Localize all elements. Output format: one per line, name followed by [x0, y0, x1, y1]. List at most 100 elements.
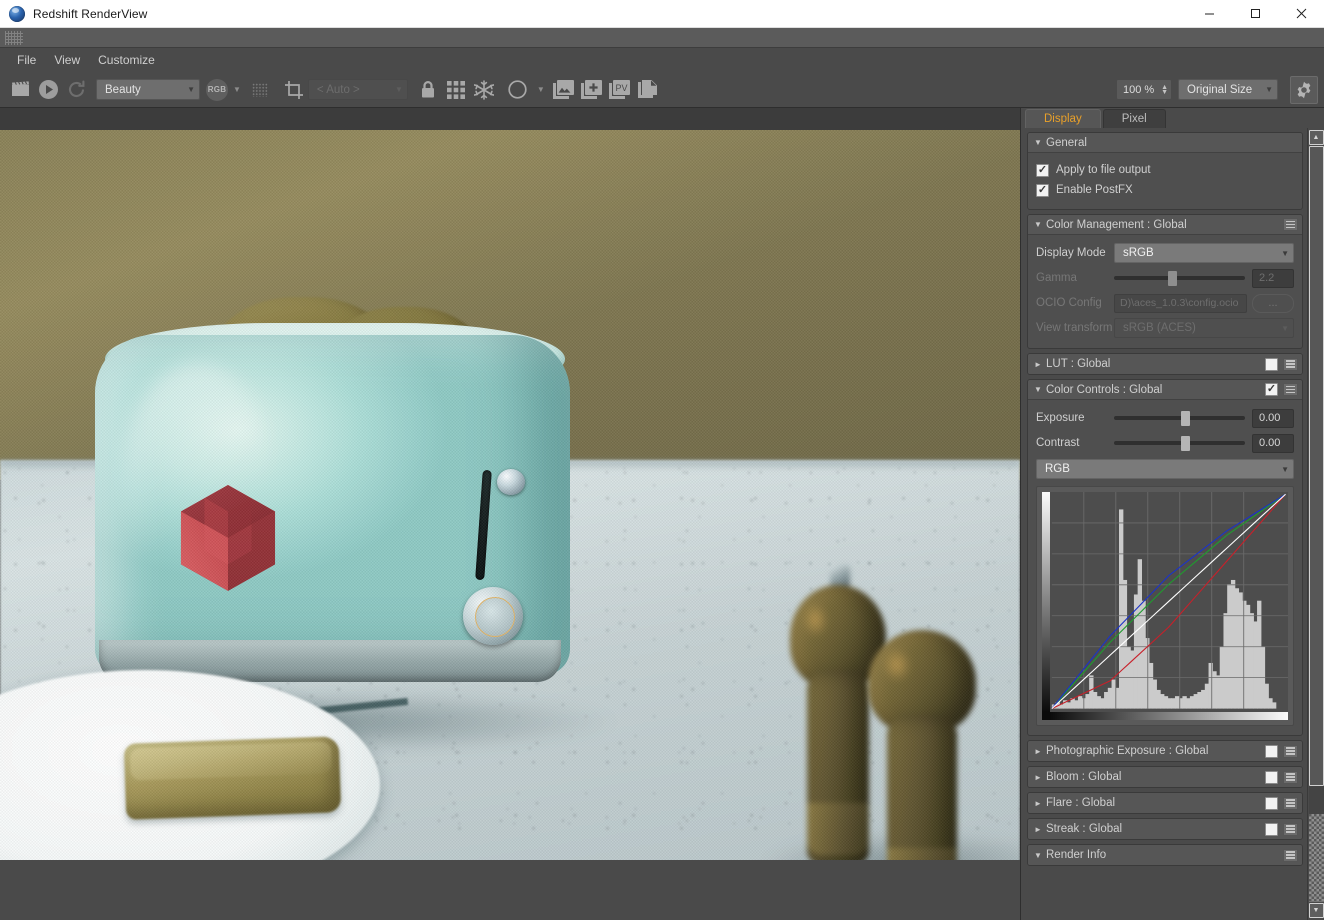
checkbox-box[interactable]: ✓	[1036, 163, 1049, 177]
group-menu-icon[interactable]	[1283, 218, 1298, 231]
group-menu-icon[interactable]	[1283, 822, 1298, 836]
group-streak-header[interactable]: ► Streak : Global	[1028, 819, 1302, 839]
renderview-window: Redshift RenderView File View Customize	[0, 0, 1324, 920]
bloom-enable-checkbox[interactable]	[1265, 770, 1278, 784]
group-menu-icon[interactable]	[1283, 770, 1298, 784]
triangle-down-icon[interactable]: ▼	[1034, 851, 1046, 860]
triangle-right-icon[interactable]: ►	[1034, 773, 1046, 782]
checkbox-apply-to-file-output[interactable]: ✓ Apply to file output	[1036, 160, 1294, 180]
group-lut-header[interactable]: ► LUT : Global	[1028, 354, 1302, 374]
region-select[interactable]: < Auto > ▼	[307, 79, 408, 100]
tab-display[interactable]: Display	[1025, 109, 1101, 128]
group-bloom-header[interactable]: ► Bloom : Global	[1028, 767, 1302, 787]
tone-curve-canvas[interactable]	[1042, 492, 1288, 720]
window-title: Redshift RenderView	[33, 6, 148, 21]
drag-handle-icon[interactable]	[5, 30, 23, 45]
close-button[interactable]	[1278, 0, 1324, 28]
tab-pixel-label: Pixel	[1121, 113, 1147, 125]
triangle-right-icon[interactable]: ►	[1034, 799, 1046, 808]
group-render-info-header[interactable]: ▼ Render Info	[1028, 845, 1302, 865]
row-exposure: Exposure 0.00	[1036, 407, 1294, 429]
group-flare-header[interactable]: ► Flare : Global	[1028, 793, 1302, 813]
scrollbar-thumb[interactable]	[1308, 146, 1324, 786]
group-render-info: ▼ Render Info	[1027, 844, 1303, 866]
scroll-up-button[interactable]: ▲	[1308, 130, 1324, 145]
triangle-down-icon[interactable]: ▼	[1034, 138, 1046, 147]
circle-dropdown-icon[interactable]: ▼	[532, 85, 550, 94]
scroll-down-button[interactable]: ▼	[1308, 903, 1324, 918]
scrollbar-track[interactable]	[1308, 146, 1324, 902]
group-menu-icon[interactable]	[1283, 848, 1298, 862]
group-menu-icon[interactable]	[1283, 796, 1298, 810]
curve-channel-select[interactable]: RGB ▼	[1036, 459, 1294, 479]
render-viewport[interactable]: Frame 0: 2019-05-20 17:09:10 (19.28s)	[0, 108, 1020, 920]
view-transform-select[interactable]: sRGB (ACES) ▼	[1114, 318, 1294, 338]
contrast-value[interactable]: 0.00	[1252, 433, 1294, 453]
stepper-arrows-icon[interactable]: ▲ ▼	[1161, 84, 1168, 96]
color-controls-enable-checkbox[interactable]: ✓	[1265, 383, 1278, 396]
triangle-right-icon[interactable]: ►	[1034, 360, 1046, 369]
checkbox-box[interactable]: ✓	[1036, 183, 1049, 197]
refresh-icon[interactable]	[62, 76, 90, 104]
exposure-value[interactable]: 0.00	[1252, 408, 1294, 428]
group-color-controls-header[interactable]: ▼ Color Controls : Global ✓	[1028, 380, 1302, 400]
copy-image-icon[interactable]	[634, 76, 662, 104]
group-color-management: ▼ Color Management : Global Display Mode…	[1027, 214, 1303, 349]
lut-enable-checkbox[interactable]	[1265, 357, 1278, 371]
curve-corner	[1042, 712, 1050, 720]
exposure-slider[interactable]	[1114, 408, 1245, 428]
group-menu-icon[interactable]	[1283, 744, 1298, 758]
row-gamma: Gamma 2.2	[1036, 267, 1294, 289]
row-ocio-config: OCIO Config D)\aces_1.0.3\config.ocio ..…	[1036, 292, 1294, 314]
group-menu-icon[interactable]	[1283, 383, 1298, 396]
group-streak-title: Streak : Global	[1046, 823, 1123, 835]
channel-dropdown-icon[interactable]: ▼	[228, 85, 246, 94]
minimize-button[interactable]	[1186, 0, 1232, 28]
ocio-config-path[interactable]: D)\aces_1.0.3\config.ocio	[1114, 293, 1247, 313]
gear-icon[interactable]	[1290, 75, 1318, 104]
triangle-down-icon[interactable]: ▼	[1034, 220, 1046, 229]
lock-icon[interactable]	[414, 76, 442, 104]
tone-curve-widget[interactable]	[1036, 486, 1294, 726]
group-menu-icon[interactable]	[1283, 357, 1298, 371]
circle-icon[interactable]	[504, 76, 532, 104]
triangle-right-icon[interactable]: ►	[1034, 747, 1046, 756]
gamma-slider[interactable]	[1114, 268, 1245, 288]
crop-icon[interactable]	[280, 76, 308, 104]
gamma-label: Gamma	[1036, 272, 1077, 284]
channel-chip[interactable]: RGB	[206, 78, 228, 101]
zoom-stepper[interactable]: 100 % ▲ ▼	[1116, 79, 1172, 100]
ocio-browse-button[interactable]: ...	[1252, 293, 1294, 313]
toolbar-drag-bar[interactable]	[0, 28, 1324, 48]
grid-icon[interactable]	[442, 76, 470, 104]
contrast-slider[interactable]	[1114, 433, 1245, 453]
alpha-grid-icon[interactable]	[246, 76, 274, 104]
menu-file[interactable]: File	[8, 50, 45, 70]
group-photographic-exposure-header[interactable]: ► Photographic Exposure : Global	[1028, 741, 1302, 761]
streak-enable-checkbox[interactable]	[1265, 822, 1278, 836]
group-color-management-header[interactable]: ▼ Color Management : Global	[1028, 215, 1302, 235]
add-image-icon[interactable]	[578, 76, 606, 104]
menu-view[interactable]: View	[45, 50, 89, 70]
triangle-right-icon[interactable]: ►	[1034, 825, 1046, 834]
checkbox-enable-postfx[interactable]: ✓ Enable PostFX	[1036, 180, 1294, 200]
photographic-exposure-enable-checkbox[interactable]	[1265, 744, 1278, 758]
render-region-icon[interactable]	[6, 76, 34, 104]
start-render-icon[interactable]	[34, 76, 62, 104]
pv-icon[interactable]: PV	[606, 76, 634, 104]
group-general-header[interactable]: ▼ General	[1028, 133, 1302, 153]
panel-vertical-scrollbar[interactable]: ▲ ▼	[1307, 128, 1324, 920]
tab-pixel[interactable]: Pixel	[1102, 109, 1166, 128]
zoom-value: 100 %	[1123, 83, 1155, 96]
snowflake-icon[interactable]	[470, 76, 498, 104]
menu-customize[interactable]: Customize	[89, 50, 164, 70]
scene-toaster	[95, 295, 655, 735]
save-image-icon[interactable]	[550, 76, 578, 104]
gamma-value[interactable]: 2.2	[1252, 268, 1294, 288]
display-mode-select[interactable]: sRGB ▼	[1114, 243, 1294, 263]
flare-enable-checkbox[interactable]	[1265, 796, 1278, 810]
triangle-down-icon[interactable]: ▼	[1034, 385, 1046, 394]
maximize-button[interactable]	[1232, 0, 1278, 28]
aov-select[interactable]: Beauty ▼	[96, 79, 200, 100]
size-select[interactable]: Original Size ▼	[1178, 79, 1278, 100]
